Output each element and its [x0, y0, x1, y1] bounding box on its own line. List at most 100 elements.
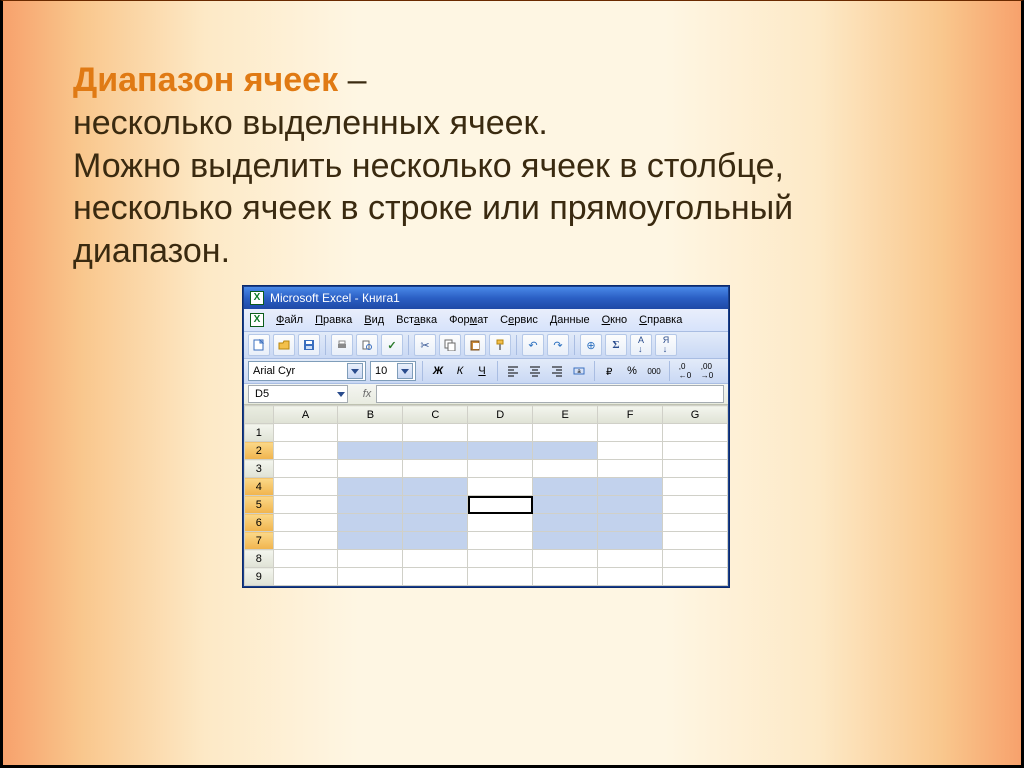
cell[interactable] [598, 478, 663, 496]
worksheet-grid[interactable]: A B C D E F G 123456789 [244, 405, 728, 586]
comma-button[interactable]: 000 [645, 362, 663, 380]
formula-input[interactable] [376, 385, 724, 403]
cell[interactable] [533, 496, 598, 514]
menu-tools[interactable]: Сервис [500, 314, 538, 326]
cell[interactable] [598, 442, 663, 460]
cell[interactable] [338, 550, 403, 568]
cell[interactable] [273, 568, 338, 586]
hyperlink-icon[interactable]: ⊕ [580, 334, 602, 356]
align-center-icon[interactable] [526, 362, 544, 380]
cut-icon[interactable]: ✂ [414, 334, 436, 356]
cell[interactable] [403, 550, 468, 568]
cell[interactable] [338, 478, 403, 496]
save-icon[interactable] [298, 334, 320, 356]
cell[interactable] [273, 442, 338, 460]
name-box[interactable]: D5 [248, 385, 348, 403]
cell[interactable] [663, 550, 728, 568]
cell[interactable] [468, 478, 533, 496]
row-header[interactable]: 2 [245, 442, 274, 460]
menu-data[interactable]: Данные [550, 314, 590, 326]
cell[interactable] [468, 532, 533, 550]
menu-insert[interactable]: Вставка [396, 314, 437, 326]
cell[interactable] [533, 424, 598, 442]
menu-file[interactable]: Файл [276, 314, 303, 326]
paste-icon[interactable] [464, 334, 486, 356]
cell[interactable] [403, 514, 468, 532]
cell[interactable] [403, 442, 468, 460]
cell[interactable] [533, 442, 598, 460]
menu-edit[interactable]: Правка [315, 314, 352, 326]
row-header[interactable]: 3 [245, 460, 274, 478]
copy-icon[interactable] [439, 334, 461, 356]
align-left-icon[interactable] [504, 362, 522, 380]
spellcheck-icon[interactable]: ✓ [381, 334, 403, 356]
cell[interactable] [598, 532, 663, 550]
col-header[interactable]: F [598, 406, 663, 424]
print-preview-icon[interactable] [356, 334, 378, 356]
cell[interactable] [663, 496, 728, 514]
sort-asc-icon[interactable]: А↓ [630, 334, 652, 356]
cell[interactable] [468, 496, 533, 514]
cell[interactable] [598, 496, 663, 514]
undo-icon[interactable]: ↶ [522, 334, 544, 356]
cell[interactable] [663, 532, 728, 550]
cell[interactable] [273, 514, 338, 532]
cell[interactable] [338, 460, 403, 478]
print-icon[interactable] [331, 334, 353, 356]
row-header[interactable]: 9 [245, 568, 274, 586]
cell[interactable] [338, 424, 403, 442]
row-header[interactable]: 6 [245, 514, 274, 532]
cell[interactable] [403, 460, 468, 478]
cell[interactable] [468, 424, 533, 442]
cell[interactable] [533, 550, 598, 568]
cell[interactable] [663, 424, 728, 442]
font-combo[interactable]: Arial Cyr [248, 361, 366, 381]
cell[interactable] [533, 514, 598, 532]
cell[interactable] [663, 478, 728, 496]
format-painter-icon[interactable] [489, 334, 511, 356]
col-header[interactable]: D [468, 406, 533, 424]
new-doc-icon[interactable] [248, 334, 270, 356]
sort-desc-icon[interactable]: Я↓ [655, 334, 677, 356]
font-size-combo[interactable]: 10 [370, 361, 416, 381]
cell[interactable] [598, 568, 663, 586]
col-header[interactable]: C [403, 406, 468, 424]
menu-help[interactable]: Справка [639, 314, 682, 326]
cell[interactable] [533, 532, 598, 550]
cell[interactable] [403, 532, 468, 550]
cell[interactable] [598, 424, 663, 442]
menu-view[interactable]: Вид [364, 314, 384, 326]
cell[interactable] [598, 460, 663, 478]
bold-button[interactable]: Ж [429, 362, 447, 380]
currency-button[interactable]: ₽ [601, 362, 619, 380]
cell[interactable] [468, 460, 533, 478]
increase-decimal-button[interactable]: ,0←0 [676, 362, 694, 380]
percent-button[interactable]: % [623, 362, 641, 380]
row-header[interactable]: 5 [245, 496, 274, 514]
fx-icon[interactable]: fx [358, 388, 376, 400]
cell[interactable] [403, 424, 468, 442]
cell[interactable] [338, 568, 403, 586]
autosum-icon[interactable]: Σ [605, 334, 627, 356]
cell[interactable] [468, 568, 533, 586]
cell[interactable] [468, 550, 533, 568]
merge-center-icon[interactable]: a [570, 362, 588, 380]
cell[interactable] [338, 532, 403, 550]
cell[interactable] [273, 496, 338, 514]
cell[interactable] [273, 478, 338, 496]
cell[interactable] [663, 460, 728, 478]
menu-format[interactable]: Формат [449, 314, 488, 326]
cell[interactable] [273, 460, 338, 478]
col-header[interactable]: A [273, 406, 338, 424]
cell[interactable] [663, 442, 728, 460]
cell[interactable] [273, 550, 338, 568]
cell[interactable] [338, 514, 403, 532]
cell[interactable] [338, 496, 403, 514]
italic-button[interactable]: К [451, 362, 469, 380]
cell[interactable] [533, 478, 598, 496]
row-header[interactable]: 7 [245, 532, 274, 550]
cell[interactable] [468, 442, 533, 460]
cell[interactable] [273, 532, 338, 550]
col-header[interactable]: B [338, 406, 403, 424]
cell[interactable] [598, 550, 663, 568]
